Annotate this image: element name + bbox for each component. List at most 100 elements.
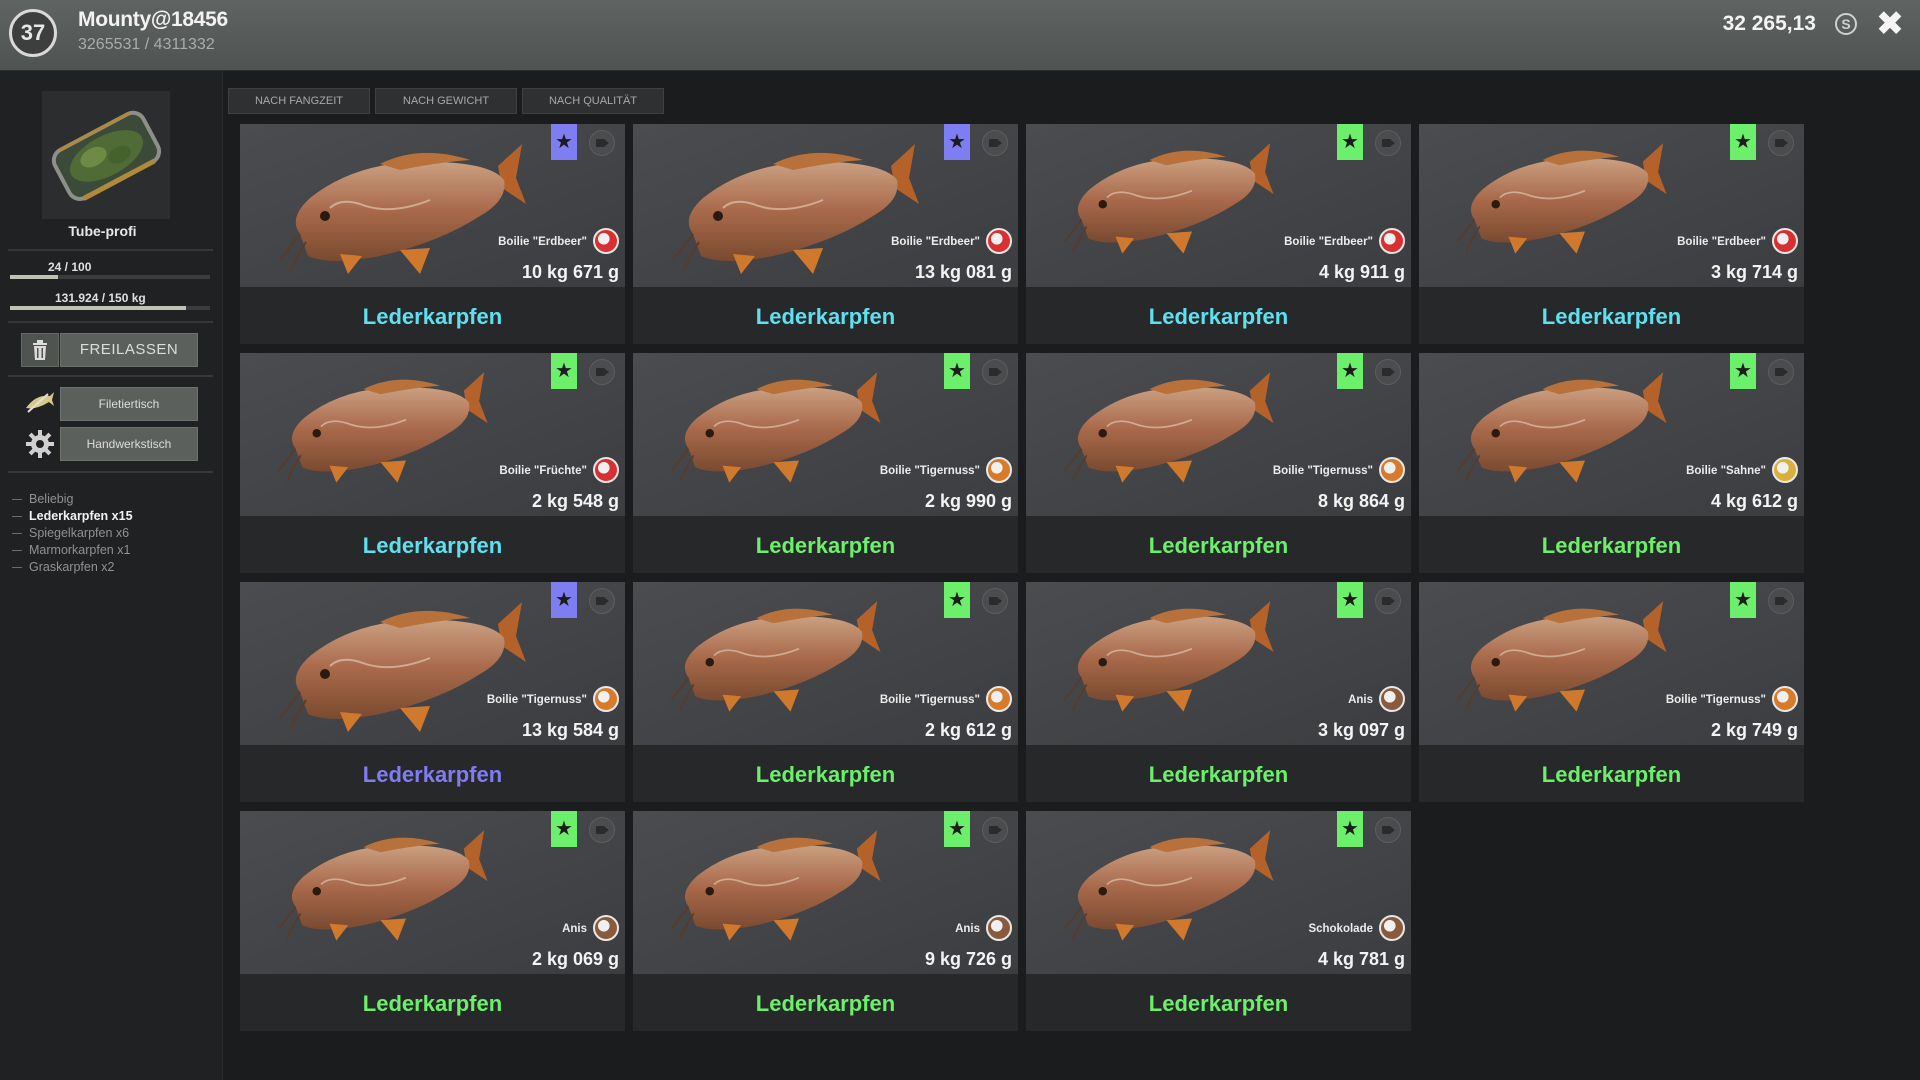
star-icon: ★ xyxy=(944,124,970,160)
fish-card[interactable]: ★ Boilie "Tigernuss" 8 kg 864 g Lederkar… xyxy=(1026,353,1411,573)
carp-image xyxy=(1063,830,1274,941)
fish-card[interactable]: ★ Boilie "Erdbeer" 10 kg 671 g Lederkarp… xyxy=(240,124,625,344)
fillet-table-button[interactable]: Filetiertisch xyxy=(60,387,198,421)
boilie-bait-icon xyxy=(1379,686,1405,712)
fish-photo: ★ Anis 3 kg 097 g xyxy=(1026,582,1411,745)
fish-name: Lederkarpfen xyxy=(1541,533,1682,558)
camera-icon[interactable] xyxy=(982,817,1008,843)
boilie-bait-icon xyxy=(593,915,619,941)
fish-card[interactable]: ★ Boilie "Tigernuss" 2 kg 749 g Lederkar… xyxy=(1419,582,1804,802)
boilie-bait-icon xyxy=(1379,915,1405,941)
fish-card[interactable]: ★ Anis 3 kg 097 g Lederkarpfen xyxy=(1026,582,1411,802)
bait-label: Anis xyxy=(1348,694,1373,706)
camera-icon[interactable] xyxy=(982,588,1008,614)
carp-image xyxy=(279,144,526,274)
camera-icon[interactable] xyxy=(589,359,615,385)
fish-photo: ★ Boilie "Sahne" 4 kg 612 g xyxy=(1419,353,1804,516)
fish-card[interactable]: ★ Boilie "Erdbeer" 3 kg 714 g Lederkarpf… xyxy=(1419,124,1804,344)
star-icon: ★ xyxy=(1730,353,1756,389)
silver-coin-icon: S xyxy=(1835,13,1857,35)
fish-weight: 9 kg 726 g xyxy=(924,949,1012,969)
gear-icon[interactable] xyxy=(21,427,59,461)
bait-label: Boilie "Erdbeer" xyxy=(1284,236,1373,248)
fish-photo: ★ Boilie "Erdbeer" 10 kg 671 g xyxy=(240,124,625,287)
filter-item[interactable]: Lederkarpfen x15 xyxy=(12,508,133,525)
fish-card[interactable]: ★ Boilie "Tigernuss" 2 kg 612 g Lederkar… xyxy=(633,582,1018,802)
fish-weight: 4 kg 781 g xyxy=(1317,949,1405,969)
tab-sort-by-time[interactable]: NACH FANGZEIT xyxy=(228,88,370,114)
slots-label: 24 / 100 xyxy=(48,260,92,274)
star-icon: ★ xyxy=(944,582,970,618)
boilie-bait-icon xyxy=(1379,457,1405,483)
carp-image xyxy=(1456,143,1667,254)
fish-name: Lederkarpfen xyxy=(1541,304,1682,329)
fish-card[interactable]: ★ Schokolade 4 kg 781 g Lederkarpfen xyxy=(1026,811,1411,1031)
fish-card[interactable]: ★ Boilie "Erdbeer" 13 kg 081 g Lederkarp… xyxy=(633,124,1018,344)
camera-icon[interactable] xyxy=(1375,817,1401,843)
fish-name: Lederkarpfen xyxy=(1148,533,1289,558)
filter-item[interactable]: Beliebig xyxy=(12,491,133,508)
fish-card[interactable]: ★ Anis 9 kg 726 g Lederkarpfen xyxy=(633,811,1018,1031)
camera-icon[interactable] xyxy=(982,130,1008,156)
carp-image xyxy=(1456,372,1667,483)
camera-icon[interactable] xyxy=(1768,130,1794,156)
star-icon: ★ xyxy=(944,811,970,847)
fish-card[interactable]: ★ Boilie "Erdbeer" 4 kg 911 g Lederkarpf… xyxy=(1026,124,1411,344)
weight-capacity-label: 131.924 / 150 kg xyxy=(55,291,146,305)
fish-photo: ★ Boilie "Erdbeer" 13 kg 081 g xyxy=(633,124,1018,287)
fish-card[interactable]: ★ Boilie "Tigernuss" 13 kg 584 g Lederka… xyxy=(240,582,625,802)
fish-photo: ★ Boilie "Früchte" 2 kg 548 g xyxy=(240,353,625,516)
fish-weight: 2 kg 749 g xyxy=(1710,720,1798,740)
fish-card[interactable]: ★ Boilie "Tigernuss" 2 kg 990 g Lederkar… xyxy=(633,353,1018,573)
boilie-bait-icon xyxy=(593,228,619,254)
boilie-bait-icon xyxy=(593,457,619,483)
fish-weight: 8 kg 864 g xyxy=(1317,491,1405,511)
bait-label: Boilie "Tigernuss" xyxy=(879,465,980,477)
fish-weight: 3 kg 097 g xyxy=(1317,720,1405,740)
camera-icon[interactable] xyxy=(589,588,615,614)
divider xyxy=(8,471,213,473)
carp-image xyxy=(1063,601,1274,712)
camera-icon[interactable] xyxy=(982,359,1008,385)
fillet-fish-icon[interactable] xyxy=(21,387,59,421)
carp-image xyxy=(1063,372,1274,483)
weight-capacity-bar xyxy=(10,306,210,310)
boilie-bait-icon xyxy=(986,457,1012,483)
camera-icon[interactable] xyxy=(589,130,615,156)
boilie-bait-icon xyxy=(1379,228,1405,254)
fish-card[interactable]: ★ Anis 2 kg 069 g Lederkarpfen xyxy=(240,811,625,1031)
camera-icon[interactable] xyxy=(1375,588,1401,614)
username: Mounty@18456 xyxy=(78,8,228,31)
carp-image xyxy=(279,602,526,732)
filter-item[interactable]: Spiegelkarpfen x6 xyxy=(12,525,133,542)
fish-weight: 2 kg 069 g xyxy=(531,949,619,969)
filter-item[interactable]: Marmorkarpfen x1 xyxy=(12,542,133,559)
release-button[interactable]: FREILASSEN xyxy=(60,333,198,367)
fish-card[interactable]: ★ Boilie "Sahne" 4 kg 612 g Lederkarpfen xyxy=(1419,353,1804,573)
fish-name: Lederkarpfen xyxy=(755,762,896,787)
fish-name: Lederkarpfen xyxy=(755,304,896,329)
fish-grid: ★ Boilie "Erdbeer" 10 kg 671 g Lederkarp… xyxy=(240,124,1804,1044)
camera-icon[interactable] xyxy=(1768,588,1794,614)
camera-icon[interactable] xyxy=(589,817,615,843)
fish-weight: 2 kg 612 g xyxy=(924,720,1012,740)
fish-card[interactable]: ★ Boilie "Früchte" 2 kg 548 g Lederkarpf… xyxy=(240,353,625,573)
tab-sort-by-quality[interactable]: NACH QUALITÄT xyxy=(522,88,664,114)
boilie-bait-icon xyxy=(1772,228,1798,254)
carp-image xyxy=(670,601,881,712)
species-filter-list: Beliebig Lederkarpfen x15 Spiegelkarpfen x… xyxy=(12,491,133,576)
carp-image xyxy=(672,144,919,274)
fish-weight: 13 kg 584 g xyxy=(521,720,619,740)
filter-item[interactable]: Graskarpfen x2 xyxy=(12,559,133,576)
camera-icon[interactable] xyxy=(1768,359,1794,385)
trash-icon[interactable] xyxy=(21,333,59,367)
boilie-bait-icon xyxy=(986,686,1012,712)
camera-icon[interactable] xyxy=(1375,130,1401,156)
fish-name: Lederkarpfen xyxy=(362,304,503,329)
close-icon[interactable]: ✖ xyxy=(1872,6,1908,42)
level-badge: 37 xyxy=(9,9,57,57)
boilie-bait-icon xyxy=(986,915,1012,941)
camera-icon[interactable] xyxy=(1375,359,1401,385)
tab-sort-by-weight[interactable]: NACH GEWICHT xyxy=(375,88,517,114)
crafting-table-button[interactable]: Handwerkstisch xyxy=(60,427,198,461)
